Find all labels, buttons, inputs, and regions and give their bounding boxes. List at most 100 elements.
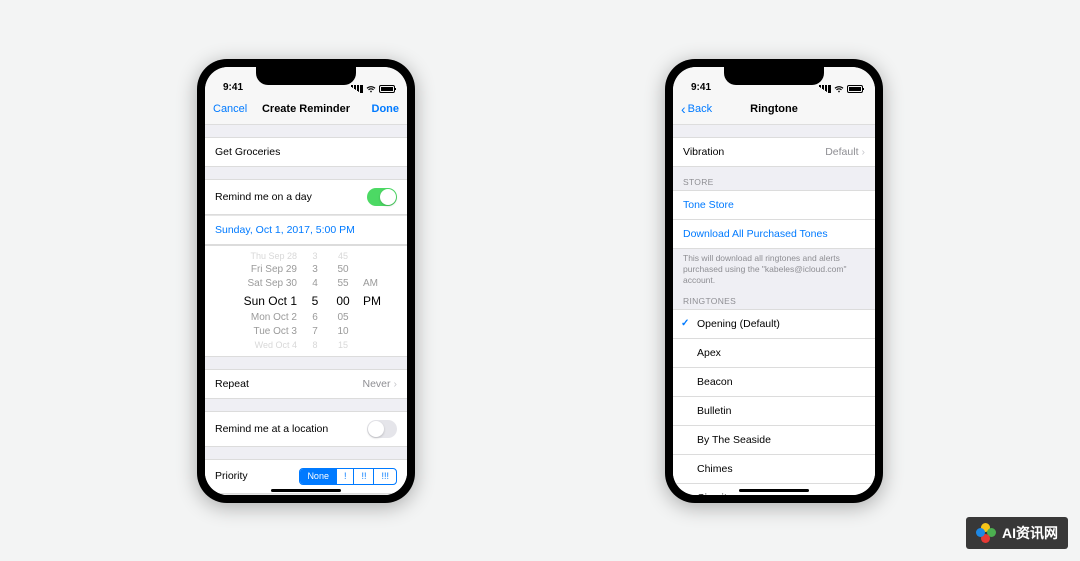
remind-location-toggle[interactable]	[367, 420, 397, 438]
done-button[interactable]: Done	[354, 103, 399, 115]
remind-location-label: Remind me at a location	[215, 423, 328, 435]
wheel-hour: 4	[307, 278, 323, 289]
ringtone-row[interactable]: Apex	[673, 339, 875, 368]
notes-row[interactable]: Notes	[205, 494, 407, 495]
wheel-minute: 15	[333, 340, 353, 350]
wheel-ampm	[363, 251, 387, 261]
watermark-text: AI资讯网	[1002, 523, 1058, 543]
download-all-label: Download All Purchased Tones	[683, 228, 828, 240]
nav-title: Create Reminder	[258, 103, 354, 115]
ringtone-row[interactable]: Beacon	[673, 368, 875, 397]
wheel-row[interactable]: Sun Oct 1500PM	[215, 291, 397, 311]
chevron-right-icon: ›	[394, 378, 398, 390]
remind-day-row: Remind me on a day	[205, 179, 407, 215]
wheel-ampm: PM	[363, 294, 387, 308]
wheel-row[interactable]: Tue Oct 3 7 10	[215, 325, 397, 339]
tone-store-label: Tone Store	[683, 199, 734, 211]
repeat-value: Never ›	[362, 378, 397, 390]
wheel-ampm	[363, 264, 387, 275]
ringtone-settings: Vibration Default › STORE Tone Store Dow…	[673, 125, 875, 495]
ringtone-list: Opening (Default) Apex Beacon Bulletin By Th…	[673, 309, 875, 495]
notch	[256, 67, 356, 85]
stage: 9:41 Cancel Create Reminder Done Get G	[0, 0, 1080, 561]
phone-right: 9:41 ‹ Back Ringtone	[665, 59, 883, 503]
download-note: This will download all ringtones and ale…	[673, 249, 875, 286]
ringtone-row[interactable]: Bulletin	[673, 397, 875, 426]
task-name-value: Get Groceries	[215, 146, 280, 158]
status-time: 9:41	[223, 82, 243, 93]
tone-store-row[interactable]: Tone Store	[673, 190, 875, 220]
nav-bar: Cancel Create Reminder Done	[205, 95, 407, 125]
ringtone-row[interactable]: Chimes	[673, 455, 875, 484]
home-indicator[interactable]	[271, 489, 341, 492]
remind-location-row: Remind me at a location	[205, 411, 407, 447]
wheel-row[interactable]: Wed Oct 4 8 15	[215, 339, 397, 352]
wheel-ampm: AM	[363, 278, 387, 289]
wifi-icon	[834, 85, 844, 93]
wheel-hour: 8	[307, 340, 323, 350]
wheel-row[interactable]: Fri Sep 29 3 50	[215, 263, 397, 277]
priority-segment[interactable]: !!!	[374, 469, 396, 484]
notch	[724, 67, 824, 85]
wheel-minute: 05	[333, 312, 353, 323]
wheel-minute: 50	[333, 264, 353, 275]
wheel-row[interactable]: Sat Sep 30455AM	[215, 277, 397, 291]
wheel-minute: 10	[333, 326, 353, 337]
ringtone-name: Chimes	[697, 463, 733, 475]
wheel-date: Tue Oct 3	[225, 326, 297, 337]
reminder-form: Get Groceries Remind me on a day Sunday,…	[205, 125, 407, 495]
wheel-date: Wed Oct 4	[225, 340, 297, 350]
priority-segment[interactable]: !!	[354, 469, 374, 484]
wheel-minute: 55	[333, 278, 353, 289]
wheel-hour: 6	[307, 312, 323, 323]
priority-segmented[interactable]: None!!!!!!	[299, 468, 397, 485]
back-button[interactable]: ‹ Back	[681, 102, 726, 116]
wheel-minute: 00	[333, 294, 353, 308]
wheel-ampm	[363, 340, 387, 350]
wheel-date: Mon Oct 2	[225, 312, 297, 323]
signal-icon	[819, 85, 831, 93]
ringtone-name: Beacon	[697, 376, 733, 388]
battery-icon	[379, 85, 395, 93]
ringtones-header: RINGTONES	[673, 286, 875, 309]
ringtone-row[interactable]: By The Seaside	[673, 426, 875, 455]
repeat-label: Repeat	[215, 378, 249, 390]
phone-left: 9:41 Cancel Create Reminder Done Get G	[197, 59, 415, 503]
repeat-row[interactable]: Repeat Never ›	[205, 369, 407, 399]
wheel-row[interactable]: Thu Sep 28345	[215, 250, 397, 263]
wheel-hour: 3	[307, 264, 323, 275]
priority-segment[interactable]: None	[300, 469, 337, 484]
ringtone-name: Opening (Default)	[697, 318, 780, 330]
ringtone-row[interactable]: Opening (Default)	[673, 309, 875, 339]
date-summary-row[interactable]: Sunday, Oct 1, 2017, 5:00 PM	[205, 215, 407, 245]
download-all-row[interactable]: Download All Purchased Tones	[673, 220, 875, 249]
remind-day-label: Remind me on a day	[215, 191, 312, 203]
battery-icon	[847, 85, 863, 93]
remind-day-toggle[interactable]	[367, 188, 397, 206]
ringtone-name: Apex	[697, 347, 721, 359]
task-name-field[interactable]: Get Groceries	[205, 137, 407, 167]
wheel-date: Fri Sep 29	[225, 264, 297, 275]
priority-segment[interactable]: !	[337, 469, 355, 484]
wheel-date: Sun Oct 1	[225, 294, 297, 308]
ringtone-name: By The Seaside	[697, 434, 771, 446]
priority-label: Priority	[215, 470, 248, 482]
datetime-wheel[interactable]: Thu Sep 28345Fri Sep 29350Sat Sep 30455A…	[205, 245, 407, 357]
store-header: STORE	[673, 167, 875, 190]
wheel-minute: 45	[333, 251, 353, 261]
wheel-hour: 7	[307, 326, 323, 337]
ringtone-name: Bulletin	[697, 405, 731, 417]
date-summary: Sunday, Oct 1, 2017, 5:00 PM	[215, 224, 355, 236]
home-indicator[interactable]	[739, 489, 809, 492]
nav-bar: ‹ Back Ringtone	[673, 95, 875, 125]
status-icons	[351, 85, 395, 93]
wheel-row[interactable]: Mon Oct 2 6 05	[215, 311, 397, 325]
cancel-button[interactable]: Cancel	[213, 103, 258, 115]
back-label: Back	[688, 103, 712, 115]
signal-icon	[351, 85, 363, 93]
phone-right-screen: 9:41 ‹ Back Ringtone	[673, 67, 875, 495]
wheel-ampm	[363, 312, 387, 323]
vibration-row[interactable]: Vibration Default ›	[673, 137, 875, 167]
chevron-left-icon: ‹	[681, 102, 686, 116]
ringtone-name: Circuit	[697, 492, 727, 495]
